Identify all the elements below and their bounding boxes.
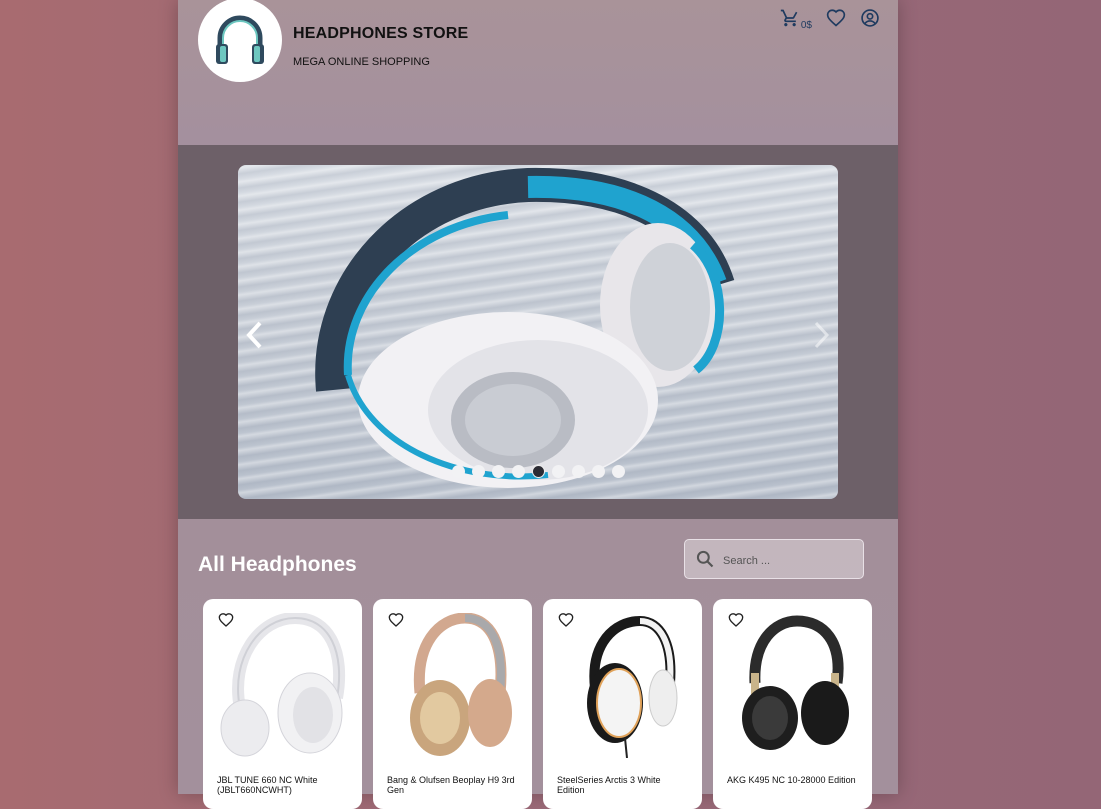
account-icon (861, 9, 879, 27)
wishlist-toggle[interactable] (558, 612, 574, 633)
search-box (684, 539, 864, 579)
wishlist-toggle[interactable] (388, 612, 404, 633)
store-logo[interactable] (198, 0, 282, 82)
heart-icon (388, 613, 404, 627)
page-container: HEADPHONES STORE MEGA ONLINE SHOPPING 0$ (178, 0, 898, 809)
account-button[interactable] (860, 8, 880, 28)
carousel-dot[interactable] (491, 465, 505, 478)
cart-total: 0$ (800, 20, 812, 31)
carousel-dot[interactable] (611, 465, 625, 478)
chevron-left-icon (246, 321, 262, 349)
carousel-dot[interactable] (591, 465, 605, 478)
heart-icon (218, 613, 234, 627)
heart-icon (826, 9, 846, 27)
product-card[interactable]: JBL TUNE 660 NC White (JBLT660NCWHT) (203, 599, 362, 809)
carousel-dot[interactable] (571, 465, 585, 478)
carousel-prev-button[interactable] (240, 315, 270, 355)
product-image (742, 615, 849, 750)
section-title: All Headphones (198, 553, 357, 576)
product-card[interactable]: Bang & Olufsen Beoplay H9 3rd Gen (373, 599, 532, 809)
hero-carousel-section (178, 145, 898, 519)
search-icon (696, 550, 714, 568)
wishlist-button[interactable] (826, 8, 846, 28)
wishlist-toggle[interactable] (218, 612, 234, 633)
product-image (220, 613, 346, 757)
chevron-right-icon (814, 321, 830, 349)
carousel-next-button[interactable] (806, 315, 836, 355)
store-subtitle: MEGA ONLINE SHOPPING (293, 56, 430, 68)
products-section: All Headphones Search ... JBL TUNE 660 N… (178, 519, 898, 809)
headphones-logo-icon (216, 15, 264, 64)
site-header: HEADPHONES STORE MEGA ONLINE SHOPPING 0$ (178, 0, 898, 145)
heart-icon (728, 613, 744, 627)
product-name: AKG K495 NC 10-28000 Edition (727, 775, 856, 785)
product-grid: JBL TUNE 660 NC White (JBLT660NCWHT) Ban… (203, 599, 872, 809)
store-title: HEADPHONES STORE (293, 25, 469, 42)
carousel-dot[interactable] (511, 465, 525, 478)
header-actions: 0$ (780, 8, 880, 31)
cart-button[interactable]: 0$ (780, 8, 812, 31)
hero-headphones-image (315, 167, 735, 488)
hero-carousel[interactable] (238, 165, 838, 499)
carousel-dot[interactable] (451, 465, 465, 478)
product-image (410, 613, 512, 756)
product-name: SteelSeries Arctis 3 White Edition (557, 775, 661, 795)
carousel-dot[interactable] (471, 465, 485, 478)
carousel-dot[interactable] (531, 465, 545, 478)
wishlist-toggle[interactable] (728, 612, 744, 633)
cart-icon (780, 9, 798, 27)
heart-icon (558, 613, 574, 627)
search-input[interactable] (721, 550, 860, 572)
product-card[interactable]: SteelSeries Arctis 3 White Edition (543, 599, 702, 809)
product-card[interactable]: AKG K495 NC 10-28000 Edition (713, 599, 872, 809)
carousel-indicators (238, 465, 838, 478)
carousel-dot[interactable] (551, 465, 565, 478)
product-name: Bang & Olufsen Beoplay H9 3rd Gen (387, 775, 515, 795)
product-name: JBL TUNE 660 NC White (JBLT660NCWHT) (217, 775, 318, 795)
product-image (587, 615, 678, 758)
